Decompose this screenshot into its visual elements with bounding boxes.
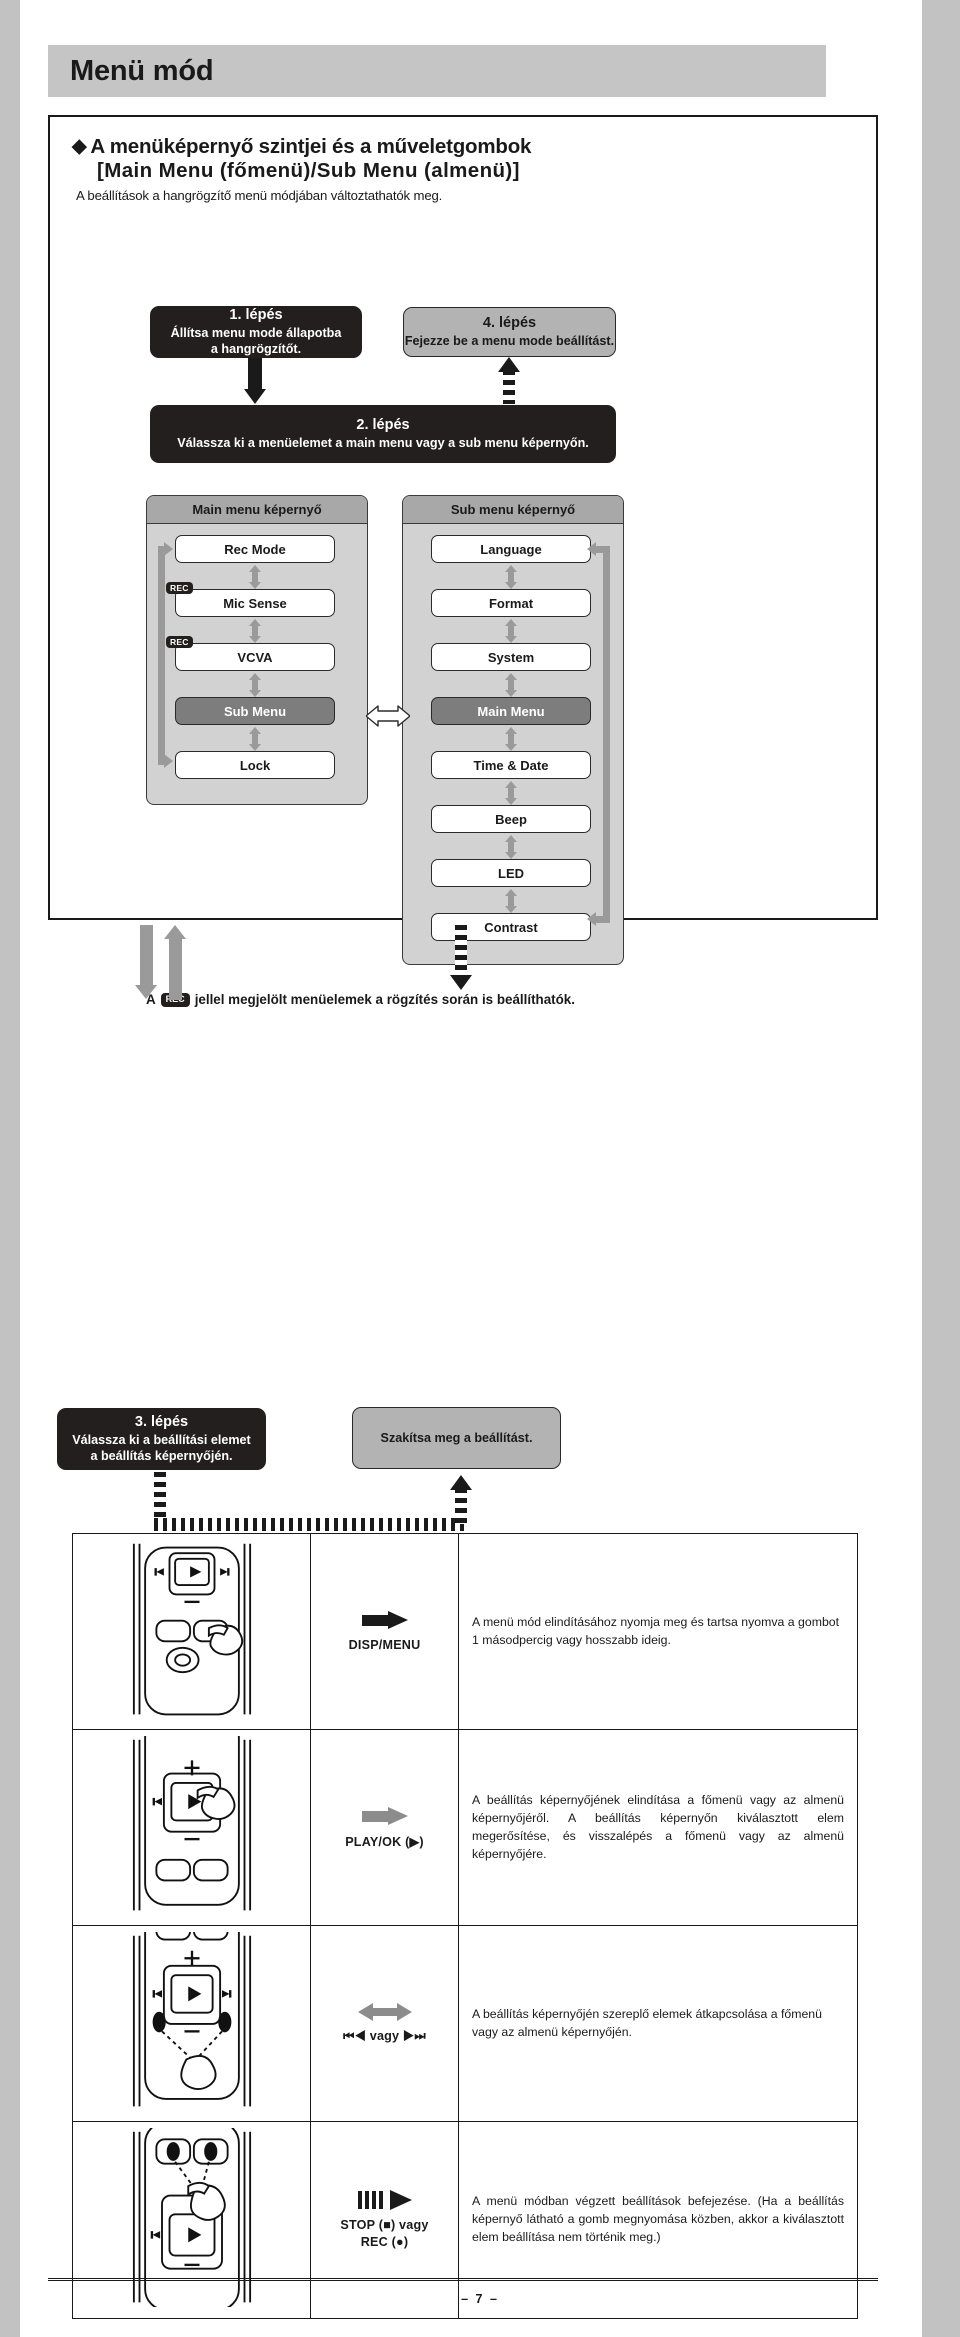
rec-badge-vcva: REC — [166, 636, 193, 648]
sub-menu-arrow-3 — [504, 673, 517, 697]
arrow-double-gray-icon — [357, 2003, 412, 2022]
sub-menu-item-beep[interactable]: Beep — [431, 805, 591, 833]
recorder-device-skip-icon — [132, 1932, 251, 2107]
device-illustration-cell-1 — [72, 1532, 311, 1731]
device-illustration-cell-2 — [72, 1729, 311, 1927]
abort-setting-box: Szakítsa meg a beállítást. — [352, 1407, 561, 1469]
step-1-text: Állítsa menu mode állapotba a hangrögzítő… — [170, 325, 342, 356]
step-1-box: 1. lépés Állítsa menu mode állapotba a ha… — [150, 306, 362, 358]
step-2-box: 2. lépés Válassza ki a menüelemet a main… — [150, 405, 616, 463]
content-frame: ◆ A menüképernyő szintjei és a műveletgom… — [48, 115, 878, 1007]
device-illustration-cell-4 — [72, 2121, 311, 2319]
section-heading-line1-text: A menüképernyő szintjei és a műveletgomb… — [90, 135, 532, 158]
main-menu-item-sub-menu[interactable]: Sub Menu — [175, 697, 335, 725]
sub-menu-arrow-4 — [504, 727, 517, 751]
main-menu-item-lock[interactable]: Lock — [175, 751, 335, 779]
step-4-number: 4. lépés — [482, 314, 537, 331]
button-label-cell-2: PLAY/OK (▶) — [310, 1729, 459, 1927]
device-illustration-cell-3 — [72, 1925, 311, 2123]
button-description-1: A menü mód elindításához nyomja meg és t… — [458, 1532, 858, 1731]
sub-menu-arrow-5 — [504, 781, 517, 805]
step-3-number: 3. lépés — [134, 1413, 189, 1430]
sub-menu-screen-header: Sub menu képernyő — [403, 496, 623, 524]
button-description-2: A beállítás képernyőjének elindítása a f… — [458, 1729, 858, 1927]
recorder-device-disp-menu-icon — [132, 1543, 251, 1716]
main-menu-arrow-1 — [248, 565, 261, 589]
button-label-stop: STOP (■) vagy — [340, 2218, 429, 2233]
sub-menu-item-system[interactable]: System — [431, 643, 591, 671]
button-label-cell-4: STOP (■) vagy REC (●) — [310, 2121, 459, 2319]
main-menu-arrow-3 — [248, 673, 261, 697]
step-2-number: 2. lépés — [356, 416, 410, 433]
rec-note-line: A REC jellel megjelölt menüelemek a rögz… — [146, 992, 866, 1007]
sub-menu-arrow-1 — [504, 565, 517, 589]
section-heading-line1: ◆ A menüképernyő szintjei és a műveletgom… — [72, 135, 862, 159]
page-title-band: Menü mód — [48, 45, 826, 97]
step-4-text: Fejezze be a menu mode beállítást. — [404, 333, 615, 348]
table-row: ⏮◀ vagy ▶⏭ A beállítás képernyőjén szere… — [72, 1925, 858, 2123]
abort-setting-text: Szakítsa meg a beállítást. — [380, 1430, 533, 1445]
arrow-right-black-icon — [361, 1611, 408, 1630]
table-row: STOP (■) vagy REC (●) A menü módban végz… — [72, 2121, 858, 2319]
main-menu-item-rec-mode[interactable]: Rec Mode — [175, 535, 335, 563]
right-gutter-bar — [922, 0, 960, 2337]
sub-menu-item-language[interactable]: Language — [431, 535, 591, 563]
left-gutter-bar — [0, 0, 20, 2337]
button-description-3: A beállítás képernyőjén szereplő elemek … — [458, 1925, 858, 2123]
page-title: Menü mód — [70, 54, 214, 87]
step-1-number: 1. lépés — [229, 306, 283, 323]
arrow-striped-black-icon — [357, 2190, 412, 2211]
button-label-disp-menu: DISP/MENU — [348, 1638, 421, 1653]
rec-badge-mic-sense: REC — [166, 582, 193, 594]
footer-divider — [48, 2278, 878, 2281]
page-number: – 7 – — [461, 2292, 499, 2306]
sub-menu-arrow-2 — [504, 619, 517, 643]
main-menu-arrow-2 — [248, 619, 261, 643]
button-label-rec: REC (●) — [360, 2235, 409, 2250]
sub-menu-item-main-menu[interactable]: Main Menu — [431, 697, 591, 725]
step-2-text: Válassza ki a menüelemet a main menu vag… — [177, 435, 589, 450]
manual-page: Menü mód ◆ A menüképernyő szintjei és a m… — [0, 0, 960, 2337]
sub-menu-arrow-7 — [504, 889, 517, 913]
main-menu-item-mic-sense[interactable]: Mic Sense — [175, 589, 335, 617]
sub-menu-item-time-date[interactable]: Time & Date — [431, 751, 591, 779]
button-description-4: A menü módban végzett beállítások befeje… — [458, 2121, 858, 2319]
button-label-cell-3: ⏮◀ vagy ▶⏭ — [310, 1925, 459, 2123]
section-heading-line2: [Main Menu (főmenü)/Sub Menu (almenü)] — [97, 159, 520, 182]
main-menu-screen-header: Main menu képernyő — [147, 496, 367, 524]
step-3-box: 3. lépés Válassza ki a beállítási elemet… — [57, 1408, 266, 1470]
sub-menu-item-led[interactable]: LED — [431, 859, 591, 887]
button-reference-table: DISP/MENU A menü mód elindításához nyomj… — [72, 1532, 858, 2319]
button-label-play-ok: PLAY/OK (▶) — [345, 1834, 424, 1849]
table-row: DISP/MENU A menü mód elindításához nyomj… — [72, 1532, 858, 1731]
submenu-mainmenu-link-arrow — [366, 705, 410, 727]
arrow-right-gray-icon — [361, 1806, 408, 1826]
rec-note-suffix: jellel megjelölt menüelemek a rögzítés s… — [194, 992, 575, 1007]
main-menu-arrow-4 — [248, 727, 261, 751]
table-row: PLAY/OK (▶) A beállítás képernyőjének el… — [72, 1729, 858, 1927]
recorder-device-play-ok-icon — [132, 1736, 251, 1911]
section-heading-block: ◆ A menüképernyő szintjei és a műveletgom… — [72, 135, 862, 203]
button-label-skip: ⏮◀ vagy ▶⏭ — [343, 2029, 426, 2044]
step-3-text: Válassza ki a beállítási elemet a beállít… — [72, 1432, 251, 1463]
diamond-bullet-icon: ◆ — [72, 136, 87, 157]
sub-menu-arrow-6 — [504, 835, 517, 859]
button-label-cell-1: DISP/MENU — [310, 1532, 459, 1731]
main-menu-item-vcva[interactable]: VCVA — [175, 643, 335, 671]
sub-menu-item-format[interactable]: Format — [431, 589, 591, 617]
section-subheading: A beállítások a hangrögzítő menü módjába… — [76, 188, 443, 203]
step-4-box: 4. lépés Fejezze be a menu mode beállítá… — [403, 307, 616, 357]
